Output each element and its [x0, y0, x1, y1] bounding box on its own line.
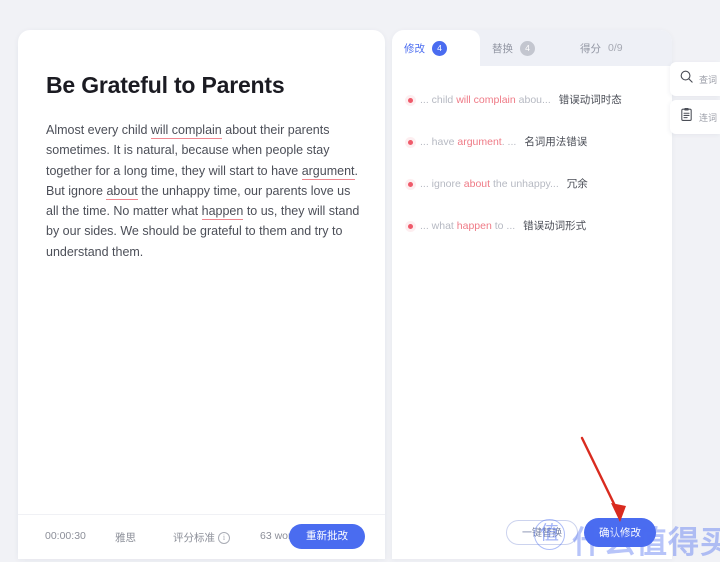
timer-label: 00:00:30	[45, 530, 86, 542]
suggestion-snippet-error-word: happen	[456, 220, 492, 232]
suggestion-item[interactable]: ... have argument. ... 名词用法错误	[392, 134, 672, 150]
tab-replacements-badge: 4	[520, 40, 535, 56]
rubric-label: 评分标准	[173, 532, 215, 544]
suggestion-snippet-error-word: will complain	[456, 94, 516, 106]
suggestion-item[interactable]: ... ignore about the unhappy... 冗余	[392, 176, 672, 192]
info-icon[interactable]: i	[218, 532, 230, 544]
suggestion-snippet-suffix: . ...	[501, 136, 517, 148]
suggestion-snippet-error-word: argument	[457, 136, 502, 148]
essay-error-span[interactable]: argument	[301, 163, 355, 180]
panel-tab-strip: 修改 4 替换 4 得分 0/9	[392, 30, 672, 66]
suggestion-snippet: ... ignore about the unhappy...	[420, 176, 559, 192]
essay-title: Be Grateful to Parents	[46, 72, 285, 98]
suggestion-item[interactable]: ... child will complain abou... 错误动词时态	[392, 92, 672, 108]
tab-corrections-badge: 4	[432, 40, 447, 56]
suggestion-list: ... child will complain abou... 错误动词时态...…	[392, 66, 672, 505]
correction-panel: 修改 4 替换 4 得分 0/9 ... child will complain…	[392, 30, 672, 559]
essay-error-span[interactable]: will complain	[150, 123, 222, 139]
tab-score-value: 0/9	[608, 42, 623, 54]
suggestion-snippet: ... child will complain abou...	[420, 92, 551, 108]
suggestion-snippet-suffix: the unhappy...	[490, 178, 559, 190]
suggestion-error-type: 冗余	[566, 178, 588, 190]
tab-score-label: 得分	[580, 42, 601, 55]
tool-button-collocation[interactable]: 连词	[670, 100, 720, 134]
essay-body-text[interactable]: Almost every child will complain about t…	[46, 120, 363, 262]
suggestion-snippet-suffix: to ...	[491, 220, 516, 232]
suggestion-snippet: ... have argument. ...	[420, 134, 516, 150]
suggestion-error-type: 错误动词时态	[558, 94, 622, 106]
panel-footer: 一键替换 确认修改	[392, 505, 672, 559]
suggestion-snippet-prefix: ... have	[420, 136, 458, 148]
tab-corrections[interactable]: 修改 4	[392, 30, 480, 66]
essay-text-span: Almost every child	[46, 123, 151, 137]
rubric-link[interactable]: 评分标准 i	[173, 530, 230, 545]
suggestion-snippet: ... what happen to ...	[420, 218, 515, 234]
suggestion-snippet-suffix: abou...	[515, 94, 551, 106]
tab-replacements[interactable]: 替换 4	[480, 30, 568, 66]
tab-corrections-label: 修改	[404, 42, 425, 55]
suggestion-item[interactable]: ... what happen to ... 错误动词形式	[392, 218, 672, 234]
replace-all-button[interactable]: 一键替换	[506, 520, 578, 545]
suggestion-snippet-prefix: ... ignore	[420, 178, 464, 190]
suggestion-snippet-prefix: ... what	[420, 220, 457, 232]
tool-button-lookup-label: 查词	[699, 74, 718, 85]
suggestion-snippet-error-word: about	[463, 178, 491, 190]
suggestion-bullet-icon	[408, 224, 413, 229]
recheck-button[interactable]: 重新批改	[289, 524, 365, 549]
essay-status-bar: 00:00:30 雅思 评分标准 i 63 words 重新批改	[18, 514, 385, 559]
tab-replacements-label: 替换	[492, 42, 513, 55]
essay-card: Be Grateful to Parents Almost every chil…	[18, 30, 385, 559]
suggestion-bullet-icon	[408, 182, 413, 187]
exam-type-label: 雅思	[115, 532, 136, 544]
tab-score[interactable]: 得分 0/9	[568, 30, 662, 66]
tool-button-lookup[interactable]: 查词	[670, 62, 720, 96]
essay-error-span[interactable]: about	[106, 183, 138, 200]
suggestion-bullet-icon	[408, 140, 413, 145]
essay-error-span[interactable]: happen	[201, 204, 244, 221]
suggestion-bullet-icon	[408, 98, 413, 103]
confirm-changes-button[interactable]: 确认修改	[584, 518, 656, 547]
clipboard-icon	[679, 107, 694, 127]
suggestion-error-type: 错误动词形式	[523, 220, 587, 232]
tool-button-collocation-label: 连词	[699, 112, 718, 123]
search-icon	[679, 69, 694, 89]
suggestion-error-type: 名词用法错误	[524, 136, 588, 148]
suggestion-snippet-prefix: ... child	[420, 94, 457, 106]
